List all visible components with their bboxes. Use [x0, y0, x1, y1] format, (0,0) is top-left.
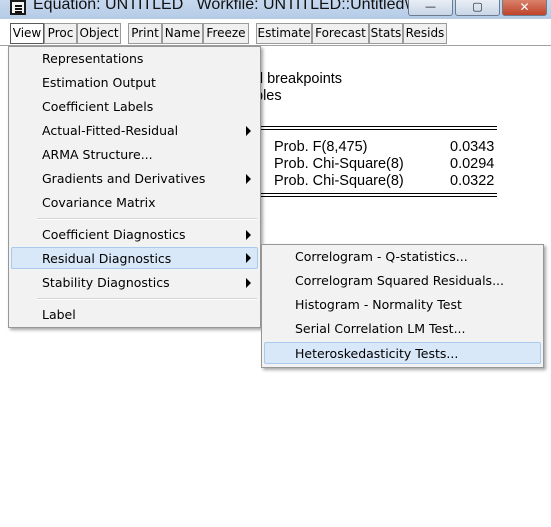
- print-button[interactable]: Print: [128, 23, 162, 44]
- menu-item-label: Serial Correlation LM Test...: [295, 321, 466, 336]
- window-menu-icon[interactable]: [10, 0, 26, 15]
- submenu-arrow-icon: [246, 174, 251, 184]
- menu-item-stability-diagnostics[interactable]: Stability Diagnostics: [11, 272, 258, 294]
- stat-value: 0.0322: [450, 173, 495, 189]
- submenu-arrow-icon: [246, 230, 251, 240]
- menu-separator: [37, 218, 257, 220]
- menu-item-label: Histogram - Normality Test: [295, 297, 462, 312]
- menu-item-label: Label: [42, 307, 76, 322]
- menu-item-heteroskedasticity-tests[interactable]: Heteroskedasticity Tests...: [264, 342, 541, 364]
- menu-item-correlogram-squared-residuals[interactable]: Correlogram Squared Residuals...: [264, 270, 541, 292]
- menu-item-label: Correlogram - Q-statistics...: [295, 249, 468, 264]
- table-top-rule: [261, 129, 497, 130]
- menu-item-coefficient-labels[interactable]: Coefficient Labels: [11, 96, 258, 118]
- object-button[interactable]: Object: [77, 23, 121, 44]
- menu-item-estimation-output[interactable]: Estimation Output: [11, 72, 258, 94]
- minimize-button[interactable]: —: [408, 0, 453, 16]
- view-menu: Representations Estimation Output Coeffi…: [8, 46, 261, 328]
- table-bottom-rule: [261, 196, 497, 197]
- menu-item-residual-diagnostics[interactable]: Residual Diagnostics: [11, 247, 258, 269]
- stat-value: 0.0343: [450, 139, 495, 155]
- residual-diagnostics-submenu: Correlogram - Q-statistics... Correlogra…: [261, 244, 544, 368]
- stats-button[interactable]: Stats: [369, 23, 403, 44]
- name-button[interactable]: Name: [162, 23, 203, 44]
- table-top-rule: [261, 126, 497, 127]
- table-bottom-rule: [261, 193, 497, 194]
- stat-label: Prob. Chi-Square(8): [274, 173, 404, 189]
- window-title: Equation: UNTITLED Workfile: UNTITLED::U…: [33, 0, 409, 13]
- menu-item-serial-correlation-lm-test[interactable]: Serial Correlation LM Test...: [264, 318, 541, 340]
- menu-item-histogram-normality-test[interactable]: Histogram - Normality Test: [264, 294, 541, 316]
- menu-item-label: Coefficient Diagnostics: [42, 227, 186, 242]
- output-text-line: d breakpoints: [255, 71, 343, 87]
- menu-item-label: ARMA Structure...: [42, 147, 153, 162]
- menu-item-label: Coefficient Labels: [42, 99, 154, 114]
- menu-item-representations[interactable]: Representations: [11, 48, 258, 70]
- menu-item-label: Estimation Output: [42, 75, 156, 90]
- menu-item-label-view[interactable]: Label: [11, 304, 258, 326]
- menu-item-label: Representations: [42, 51, 144, 66]
- title-bar: Equation: UNTITLED Workfile: UNTITLED::U…: [0, 0, 551, 19]
- estimate-button[interactable]: Estimate: [256, 23, 312, 44]
- submenu-arrow-icon: [246, 253, 251, 263]
- menu-item-label: Gradients and Derivatives: [42, 171, 206, 186]
- menu-item-coefficient-diagnostics[interactable]: Coefficient Diagnostics: [11, 224, 258, 246]
- menu-item-label: Heteroskedasticity Tests...: [295, 346, 459, 361]
- menu-item-label: Covariance Matrix: [42, 195, 156, 210]
- maximize-button[interactable]: ▢: [455, 0, 500, 16]
- menu-item-label: Residual Diagnostics: [42, 251, 172, 266]
- menu-item-arma-structure[interactable]: ARMA Structure...: [11, 144, 258, 166]
- resids-button[interactable]: Resids: [403, 23, 447, 44]
- menu-item-actual-fitted-residual[interactable]: Actual-Fitted-Residual: [11, 120, 258, 142]
- menu-separator: [37, 298, 257, 300]
- view-button[interactable]: View: [10, 23, 44, 44]
- stat-label: Prob. Chi-Square(8): [274, 156, 404, 172]
- proc-button[interactable]: Proc: [44, 23, 77, 44]
- forecast-button[interactable]: Forecast: [312, 23, 369, 44]
- submenu-arrow-icon: [246, 278, 251, 288]
- stat-label: Prob. F(8,475): [274, 139, 368, 155]
- menu-item-label: Actual-Fitted-Residual: [42, 123, 179, 138]
- close-button[interactable]: ✕: [502, 0, 547, 16]
- menu-item-covariance-matrix[interactable]: Covariance Matrix: [11, 192, 258, 214]
- menu-item-gradients-and-derivatives[interactable]: Gradients and Derivatives: [11, 168, 258, 190]
- stat-value: 0.0294: [450, 156, 495, 172]
- menu-item-correlogram-q-statistics[interactable]: Correlogram - Q-statistics...: [264, 246, 541, 268]
- submenu-arrow-icon: [246, 126, 251, 136]
- freeze-button[interactable]: Freeze: [203, 23, 249, 44]
- menu-item-label: Stability Diagnostics: [42, 275, 170, 290]
- menu-item-label: Correlogram Squared Residuals...: [295, 273, 504, 288]
